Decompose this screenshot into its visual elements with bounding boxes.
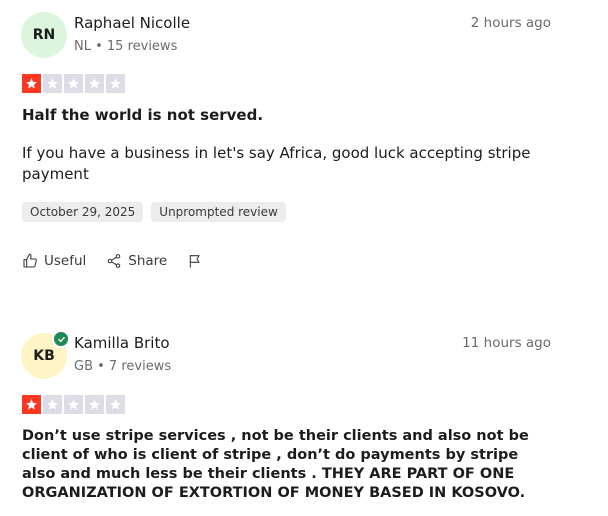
share-button[interactable]: Share [106,253,167,269]
review-body: If you have a business in let's say Afri… [22,144,531,183]
reviewer-meta: GB • 7 reviews [74,359,172,374]
star-rating [22,395,125,414]
review-tags: October 29, 2025 Unprompted review [22,202,286,222]
star-icon [85,395,104,414]
review-actions: Useful Share [22,253,203,269]
star-icon [85,74,104,93]
avatar-initials: KB [33,348,55,364]
reviewer-meta: NL • 15 reviews [74,39,178,54]
review-title[interactable]: Half the world is not served. [22,106,263,124]
useful-button[interactable]: Useful [22,253,86,269]
reviewer-name[interactable]: Kamilla Brito [74,334,170,352]
verified-icon [52,330,70,348]
avatar[interactable]: RN [21,12,67,58]
review-time: 11 hours ago [462,335,551,351]
report-button[interactable] [187,253,203,269]
star-icon [106,395,125,414]
star-icon [43,395,62,414]
useful-label: Useful [44,253,87,269]
star-icon [64,74,83,93]
flag-icon [187,253,203,269]
star-icon [43,74,62,93]
review-body[interactable]: Don’t use stripe services , not be their… [22,427,552,503]
review-type-tag[interactable]: Unprompted review [151,202,286,222]
thumbs-up-icon [22,253,38,269]
review-time: 2 hours ago [470,15,551,31]
star-icon [106,74,125,93]
share-label: Share [128,253,168,269]
reviewer-name[interactable]: Raphael Nicolle [74,14,190,32]
star-rating [22,74,125,93]
star-icon [22,74,41,93]
avatar-initials: RN [32,27,56,43]
star-icon [22,395,41,414]
share-icon [106,253,122,269]
date-tag: October 29, 2025 [22,202,144,222]
star-icon [64,395,83,414]
avatar[interactable]: KB [21,330,70,379]
